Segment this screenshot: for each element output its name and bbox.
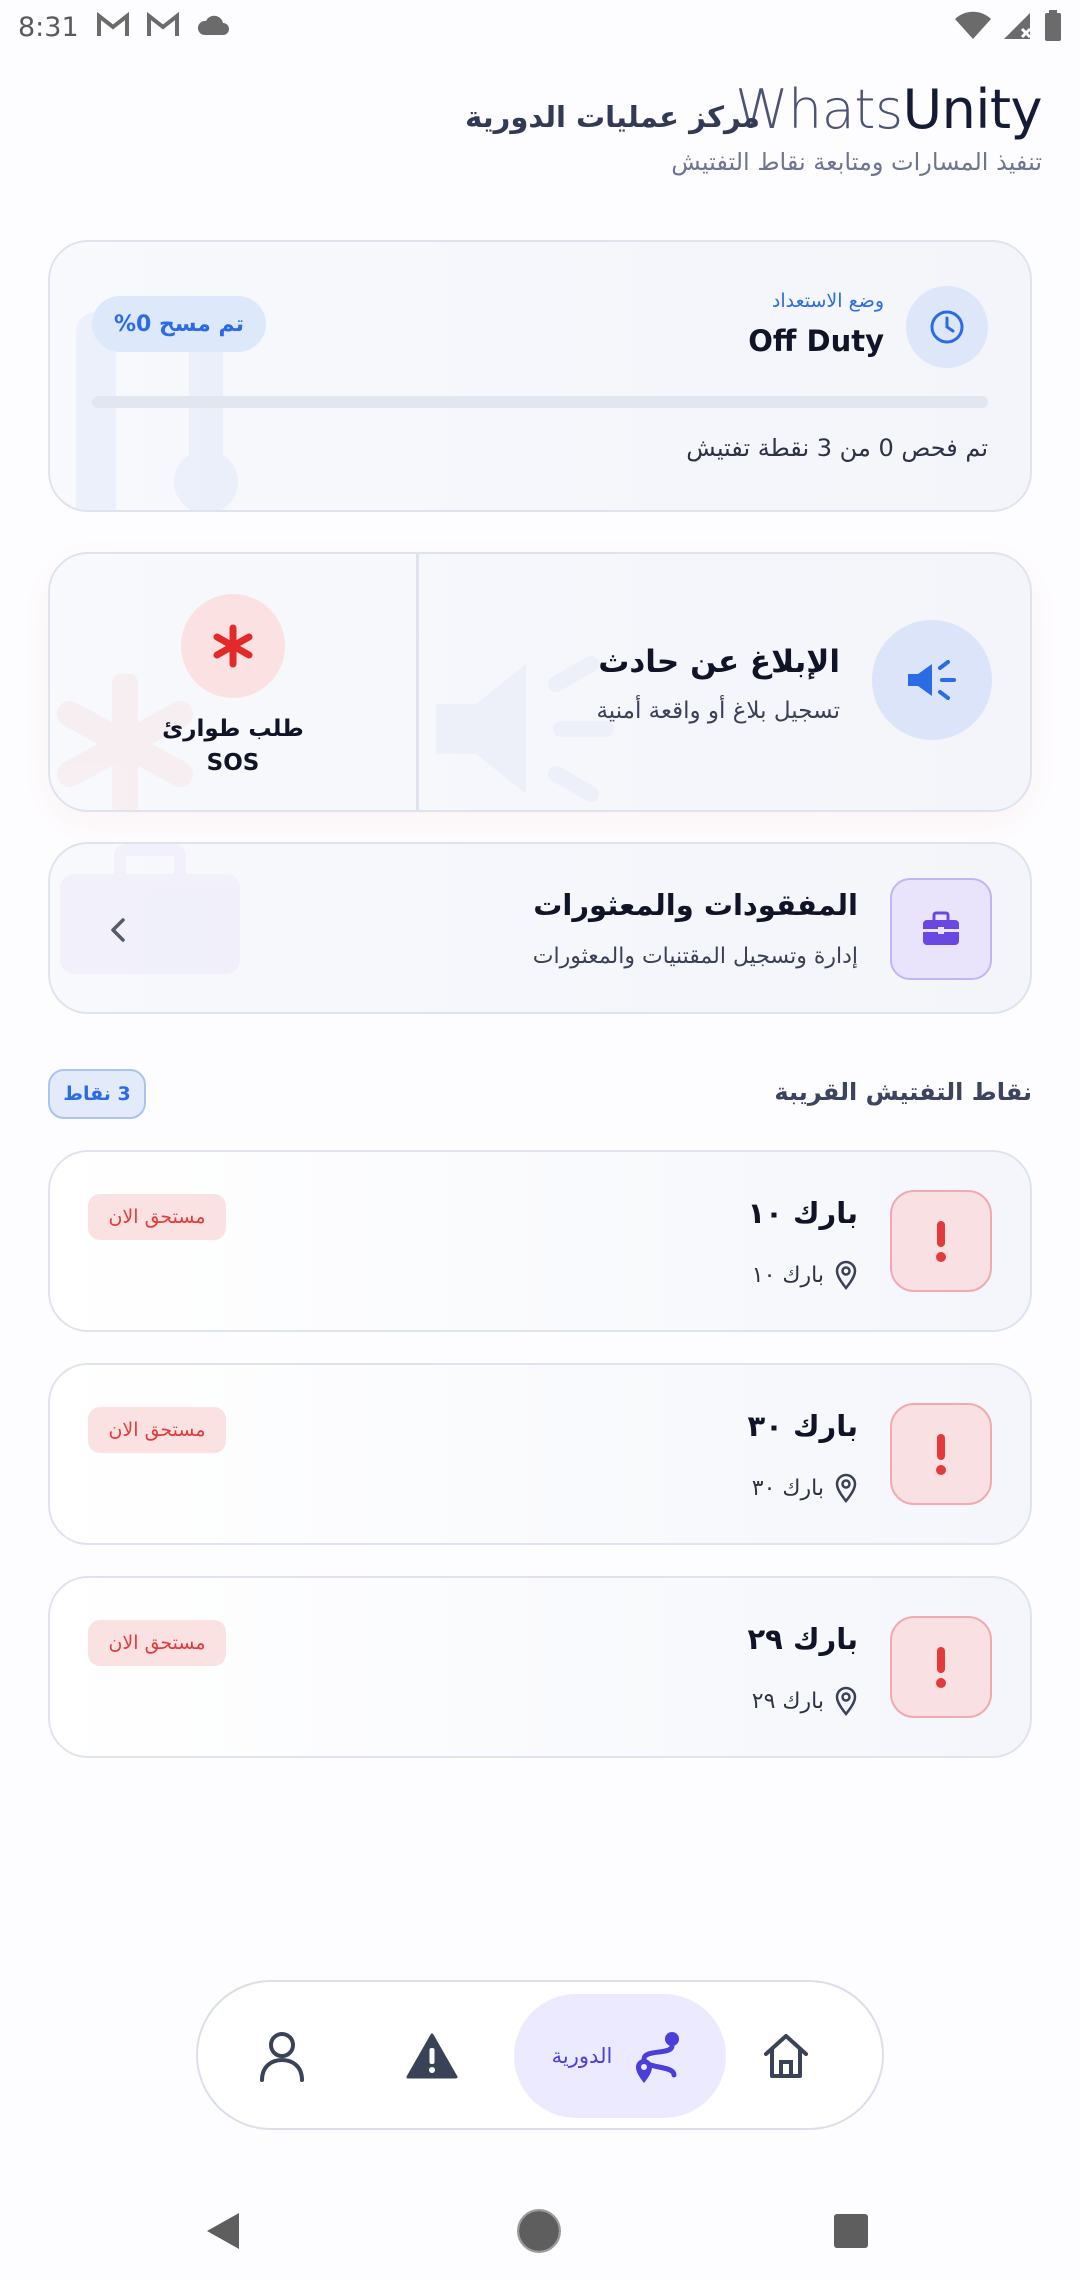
gmail-icon — [147, 12, 179, 36]
system-status-icons — [954, 10, 1062, 42]
user-icon — [260, 2032, 304, 2082]
wifi-icon — [955, 11, 991, 40]
back-triangle-icon — [207, 2213, 239, 2249]
home-button[interactable] — [514, 2206, 564, 2256]
system-navigation-bar — [0, 2180, 1080, 2280]
nav-alerts[interactable] — [380, 1994, 484, 2118]
checkpoint-row[interactable]: بارك ١٠ بارك ١٠ مستحق الان — [48, 1150, 1032, 1332]
megaphone-watermark-icon — [436, 656, 614, 802]
status-time: 8:31 — [18, 12, 79, 43]
recents-square-icon — [834, 2214, 868, 2248]
location-pin-icon — [835, 1473, 857, 1503]
page-header: WhatsUnity مركز عمليات الدورية تنفيذ الم… — [42, 78, 1042, 188]
checkpoint-title: بارك ١٠ — [747, 1196, 858, 1230]
recents-button[interactable] — [826, 2206, 876, 2256]
nav-home[interactable] — [734, 1994, 838, 2118]
card-divider — [416, 554, 419, 810]
readiness-label: وضع الاستعداد — [771, 290, 884, 312]
back-button[interactable] — [198, 2206, 248, 2256]
briefcase-watermark-icon — [60, 844, 240, 974]
due-now-badge: مستحق الان — [88, 1620, 226, 1666]
checkpoint-count-text: تم فحص 0 من 3 نقطة تفتيش — [686, 434, 988, 462]
due-now-badge: مستحق الان — [88, 1407, 226, 1453]
home-circle-icon — [517, 2209, 561, 2253]
asterisk-icon — [181, 594, 285, 698]
cloud-icon — [197, 15, 229, 35]
page-subtitle: تنفيذ المسارات ومتابعة نقاط التفتيش — [671, 148, 1042, 176]
exclamation-icon — [890, 1190, 992, 1292]
sos-label: طلب طوارئ SOS — [162, 716, 304, 776]
location-pin-icon — [835, 1260, 857, 1290]
checkpoint-title: بارك ٣٠ — [747, 1409, 858, 1443]
nav-patrol[interactable]: الدورية — [514, 1994, 726, 2118]
checkpoint-title: بارك ٢٩ — [747, 1622, 858, 1656]
checkpoint-location: بارك ٢٩ — [752, 1686, 858, 1716]
bottom-navigation: الدورية — [196, 1980, 884, 2130]
status-bar: 8:31 — [0, 0, 1080, 56]
nav-profile[interactable] — [230, 1994, 334, 2118]
checkpoint-row[interactable]: بارك ٣٠ بارك ٣٠ مستحق الان — [48, 1363, 1032, 1545]
brand-logo: WhatsUnity — [735, 78, 1042, 141]
exclamation-icon — [890, 1616, 992, 1718]
report-incident-title: الإبلاغ عن حادث — [598, 644, 840, 680]
chevron-left-icon — [98, 910, 138, 950]
checkpoint-row[interactable]: بارك ٢٩ بارك ٢٩ مستحق الان — [48, 1576, 1032, 1758]
nearby-checkpoints-title: نقاط التفتيش القريبة — [774, 1078, 1032, 1106]
checkpoint-progress-bar — [92, 396, 988, 408]
notification-icons — [96, 12, 230, 38]
battery-icon — [1045, 10, 1061, 41]
report-incident-subtitle: تسجيل بلاغ أو واقعة أمنية — [596, 698, 840, 724]
home-icon — [764, 2034, 808, 2078]
signal-icon — [1004, 13, 1032, 39]
briefcase-icon — [890, 878, 992, 980]
scan-percentage-badge: تم مسح 0% — [92, 296, 267, 352]
readiness-card: وضع الاستعداد Off Duty تم مسح 0% تم فحص … — [48, 240, 1032, 512]
incident-sos-card: الإبلاغ عن حادث تسجيل بلاغ أو واقعة أمني… — [48, 552, 1032, 812]
lost-found-subtitle: إدارة وتسجيل المقتنيات والمعثورات — [532, 944, 858, 969]
readiness-status: Off Duty — [748, 324, 884, 358]
clock-icon — [906, 286, 988, 368]
gmail-icon — [97, 12, 129, 36]
nav-patrol-label: الدورية — [551, 2044, 613, 2068]
page-title: مركز عمليات الدورية — [465, 100, 760, 134]
checkpoints-count-badge: 3 نقاط — [48, 1069, 146, 1119]
route-icon — [636, 2032, 680, 2083]
location-pin-icon — [835, 1686, 857, 1716]
checkpoint-location: بارك ٣٠ — [752, 1473, 858, 1503]
lost-found-card[interactable]: المفقودات والمعثورات إدارة وتسجيل المقتن… — [48, 842, 1032, 1014]
checkpoint-location: بارك ١٠ — [752, 1260, 858, 1290]
warning-icon — [406, 2033, 458, 2079]
exclamation-icon — [890, 1403, 992, 1505]
sos-button[interactable]: طلب طوارئ SOS — [50, 554, 416, 810]
due-now-badge: مستحق الان — [88, 1194, 226, 1240]
lost-found-title: المفقودات والمعثورات — [533, 888, 858, 922]
megaphone-icon — [872, 620, 992, 740]
report-incident-button[interactable]: الإبلاغ عن حادث تسجيل بلاغ أو واقعة أمني… — [416, 554, 1030, 810]
